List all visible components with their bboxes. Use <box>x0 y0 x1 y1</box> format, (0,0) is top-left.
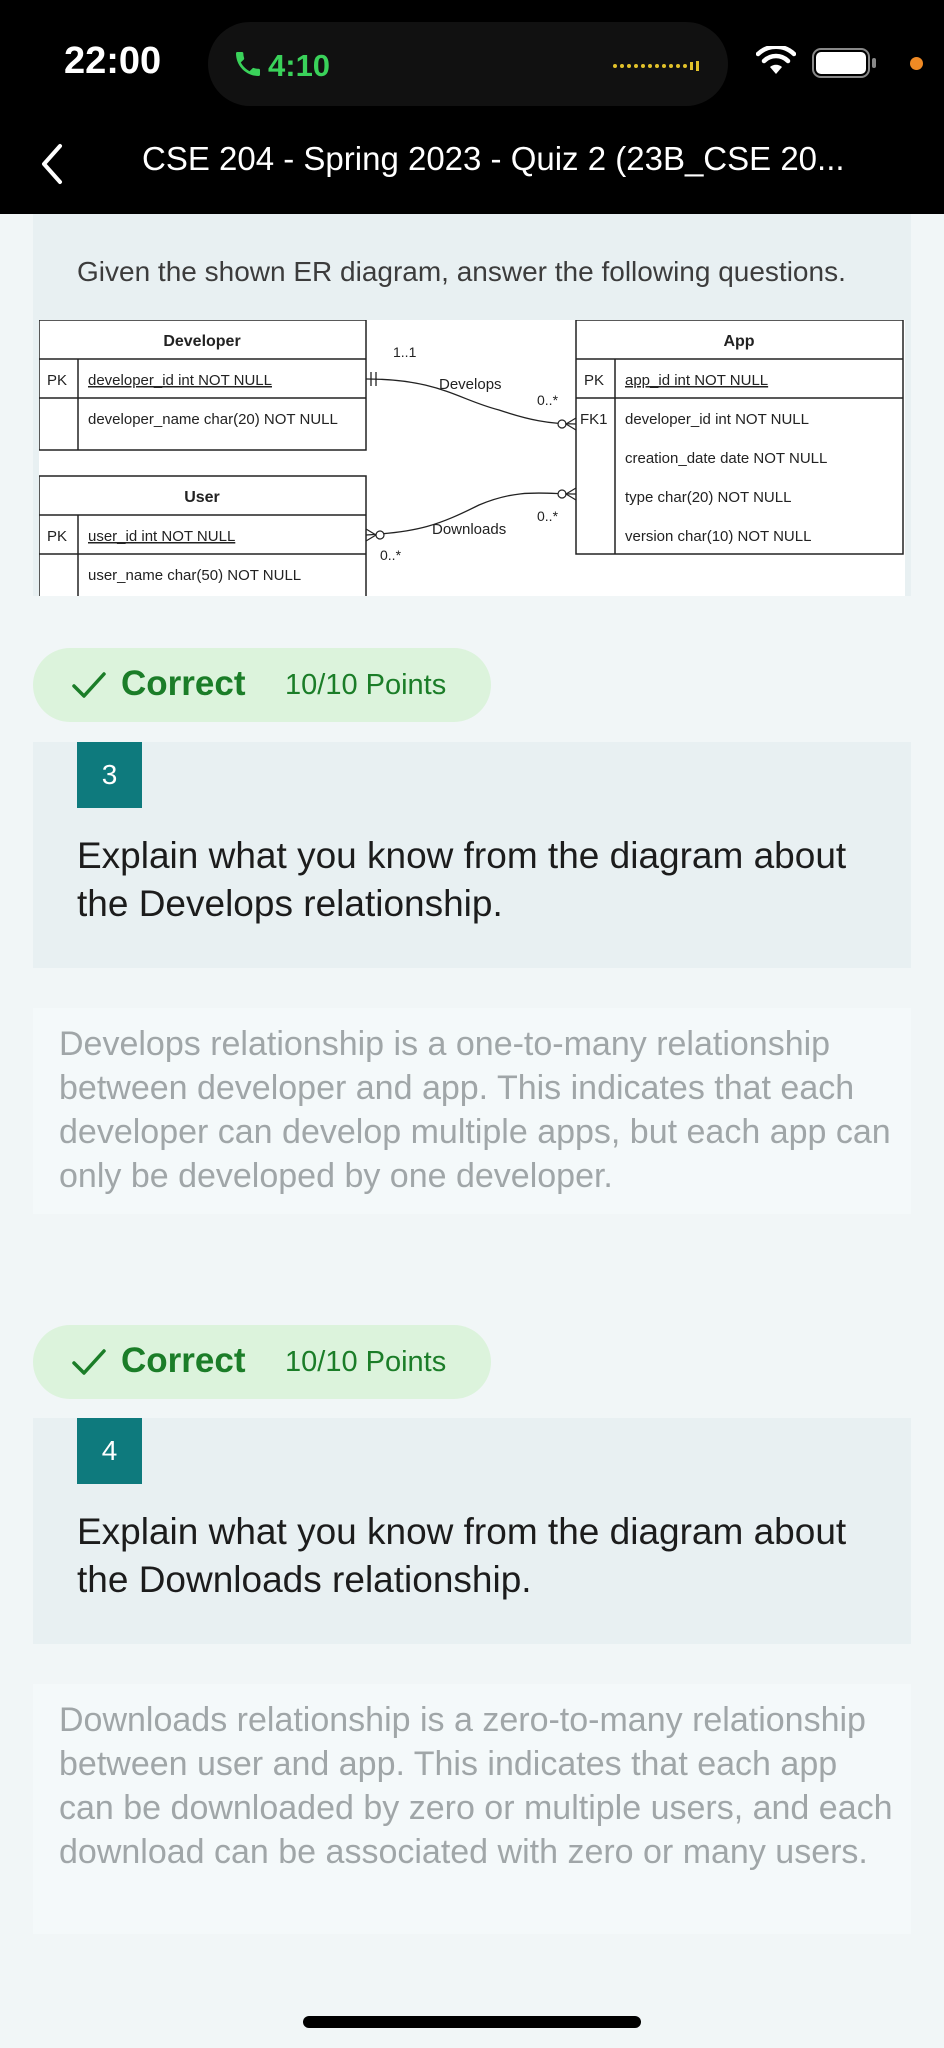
developer-title: Developer <box>163 333 240 350</box>
result-label: Correct <box>121 664 246 703</box>
developer-entity: Developer PK developer_id int NOT NULL d… <box>39 320 367 451</box>
app-pk: PK <box>584 372 604 389</box>
home-indicator[interactable] <box>303 2016 641 2028</box>
develops-right-card: 0..* <box>537 392 559 408</box>
audio-level-icon <box>613 61 699 71</box>
question-number: 4 <box>77 1418 142 1484</box>
result-badge: Correct 10/10 Points <box>33 648 491 722</box>
call-duration: 4:10 <box>268 48 331 83</box>
status-time: 22:00 <box>64 40 162 82</box>
developer-pk: PK <box>47 372 67 389</box>
result-label: Correct <box>121 1341 246 1380</box>
answer-text: Downloads relationship is a zero-to-many… <box>59 1701 893 1871</box>
wifi-icon <box>756 46 796 74</box>
check-icon <box>72 1349 106 1375</box>
app-title: App <box>723 333 754 350</box>
question-card: 3 Explain what you know from the diagram… <box>33 742 911 968</box>
answer-box[interactable]: Develops relationship is a one-to-many r… <box>33 1008 911 1214</box>
app-field: type char(20) NOT NULL <box>625 489 791 506</box>
app-field: creation_date date NOT NULL <box>625 450 827 467</box>
downloads-label: Downloads <box>432 521 506 538</box>
result-badge: Correct 10/10 Points <box>33 1325 491 1399</box>
user-title: User <box>184 489 220 506</box>
nav-bar: CSE 204 - Spring 2023 - Quiz 2 (23B_CSE … <box>0 112 944 214</box>
develops-label: Develops <box>439 376 502 393</box>
downloads-right-card: 0..* <box>537 508 559 524</box>
develops-left-card: 1..1 <box>393 344 417 360</box>
question-prompt: Explain what you know from the diagram a… <box>77 1511 847 1600</box>
check-icon <box>72 672 106 698</box>
app-pk-field: app_id int NOT NULL <box>625 372 768 389</box>
question-number: 3 <box>77 742 142 808</box>
app-entity: App PK app_id int NOT NULL FK1 developer… <box>575 320 904 555</box>
app-field: version char(10) NOT NULL <box>625 528 811 545</box>
intro-text: Given the shown ER diagram, answer the f… <box>77 256 846 287</box>
er-diagram: Developer PK developer_id int NOT NULL d… <box>39 320 905 596</box>
user-pk: PK <box>47 528 67 545</box>
develops-relationship: 1..1 Develops 0..* <box>365 344 577 431</box>
developer-field: developer_name char(20) NOT NULL <box>88 411 338 428</box>
user-entity: User PK user_id int NOT NULL user_name c… <box>39 475 367 596</box>
page-title: CSE 204 - Spring 2023 - Quiz 2 (23B_CSE … <box>142 140 845 177</box>
downloads-relationship: 0..* Downloads 0..* <box>365 487 577 563</box>
status-bar: 22:00 4:10 <box>0 0 944 112</box>
user-pk-field: user_id int NOT NULL <box>88 528 235 545</box>
app-fk: FK1 <box>580 411 608 428</box>
call-indicator[interactable]: 4:10 <box>208 22 728 106</box>
developer-pk-field: developer_id int NOT NULL <box>88 372 272 389</box>
privacy-indicator <box>910 57 923 70</box>
question-card: 4 Explain what you know from the diagram… <box>33 1418 911 1644</box>
downloads-left-card: 0..* <box>380 547 402 563</box>
answer-box[interactable]: Downloads relationship is a zero-to-many… <box>33 1684 911 1934</box>
result-points: 10/10 Points <box>285 669 447 701</box>
question-prompt: Explain what you know from the diagram a… <box>77 835 847 924</box>
battery-icon <box>812 48 876 78</box>
app-field: developer_id int NOT NULL <box>625 411 809 428</box>
answer-text: Develops relationship is a one-to-many r… <box>59 1025 891 1195</box>
back-icon[interactable] <box>38 142 66 186</box>
phone-icon <box>236 52 260 76</box>
user-field: user_name char(50) NOT NULL <box>88 567 301 584</box>
result-points: 10/10 Points <box>285 1346 447 1378</box>
